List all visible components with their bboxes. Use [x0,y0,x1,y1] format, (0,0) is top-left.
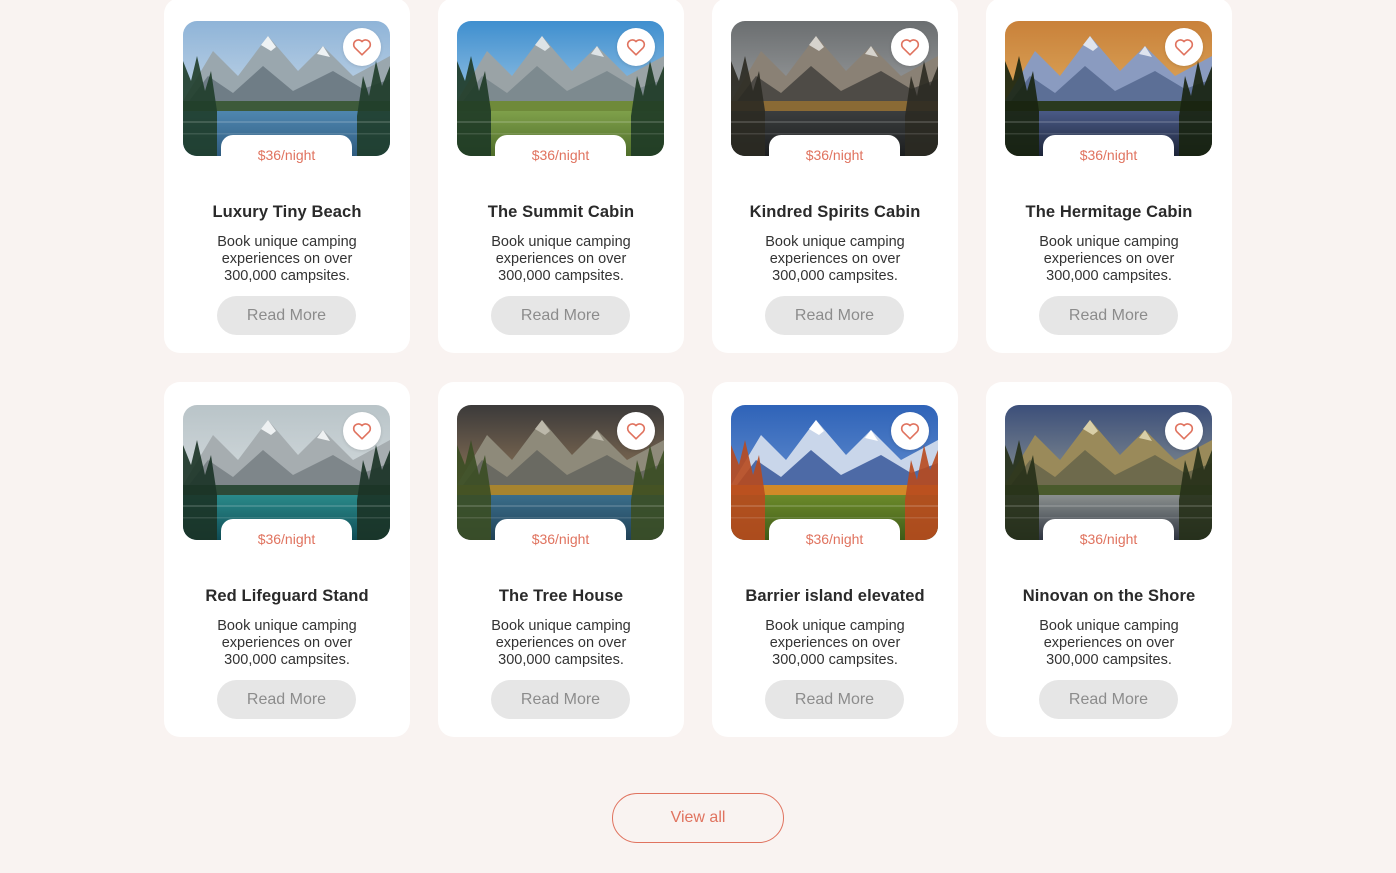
favorite-heart-button[interactable] [891,412,929,450]
card-description: Book unique camping experiences on over … [1039,618,1179,668]
heart-icon [626,423,646,440]
read-more-button[interactable]: Read More [491,680,630,719]
price-tag: $36/night [769,135,900,169]
card-description: Book unique camping experiences on over … [491,234,631,284]
favorite-heart-button[interactable] [343,412,381,450]
card-title: Red Lifeguard Stand [205,587,369,605]
card-title: Ninovan on the Shore [1022,587,1196,605]
price-tag: $36/night [495,519,626,553]
price-tag: $36/night [221,135,352,169]
heart-icon [352,39,372,56]
listing-card: $36/night Red Lifeguard Stand Book uniqu… [164,382,410,737]
favorite-heart-button[interactable] [891,28,929,66]
favorite-heart-button[interactable] [343,28,381,66]
card-title: Kindred Spirits Cabin [749,203,921,221]
listing-card: $36/night The Tree House Book unique cam… [438,382,684,737]
listing-card: $36/night The Hermitage Cabin Book uniqu… [986,0,1232,353]
card-title: The Summit Cabin [487,203,635,221]
favorite-heart-button[interactable] [1165,28,1203,66]
card-description: Book unique camping experiences on over … [765,618,905,668]
price-tag: $36/night [1043,135,1174,169]
view-all-button[interactable]: View all [612,793,784,843]
card-description: Book unique camping experiences on over … [217,618,357,668]
favorite-heart-button[interactable] [1165,412,1203,450]
price-tag: $36/night [1043,519,1174,553]
card-title: The Hermitage Cabin [1025,203,1193,221]
heart-icon [900,39,920,56]
price-tag: $36/night [495,135,626,169]
card-title: The Tree House [498,587,624,605]
favorite-heart-button[interactable] [617,28,655,66]
listing-card: $36/night The Summit Cabin Book unique c… [438,0,684,353]
heart-icon [352,423,372,440]
read-more-button[interactable]: Read More [765,680,904,719]
card-description: Book unique camping experiences on over … [1039,234,1179,284]
card-title: Barrier island elevated [745,587,925,605]
read-more-button[interactable]: Read More [765,296,904,335]
listing-grid: $36/night Luxury Tiny Beach Book unique … [164,0,1232,737]
card-description: Book unique camping experiences on over … [491,618,631,668]
card-description: Book unique camping experiences on over … [765,234,905,284]
price-tag: $36/night [769,519,900,553]
card-title: Luxury Tiny Beach [212,203,362,221]
favorite-heart-button[interactable] [617,412,655,450]
listing-card: $36/night Luxury Tiny Beach Book unique … [164,0,410,353]
listing-card: $36/night Kindred Spirits Cabin Book uni… [712,0,958,353]
listing-card: $36/night Barrier island elevated Book u… [712,382,958,737]
read-more-button[interactable]: Read More [491,296,630,335]
read-more-button[interactable]: Read More [217,680,356,719]
heart-icon [900,423,920,440]
read-more-button[interactable]: Read More [1039,296,1178,335]
heart-icon [1174,423,1194,440]
listing-card: $36/night Ninovan on the Shore Book uniq… [986,382,1232,737]
read-more-button[interactable]: Read More [217,296,356,335]
card-description: Book unique camping experiences on over … [217,234,357,284]
heart-icon [1174,39,1194,56]
read-more-button[interactable]: Read More [1039,680,1178,719]
price-tag: $36/night [221,519,352,553]
heart-icon [626,39,646,56]
